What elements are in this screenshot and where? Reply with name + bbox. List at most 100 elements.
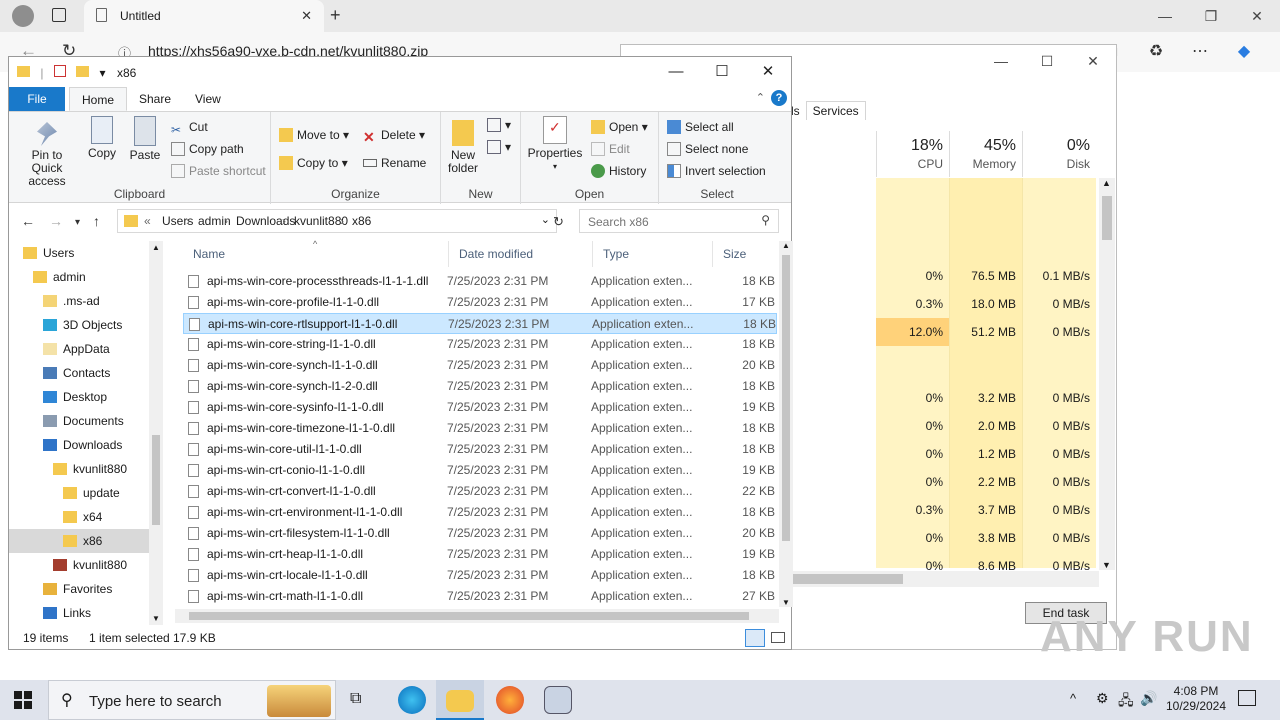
process-row[interactable]: 0% 1.2 MB 0 MB/s [876,440,1096,468]
scroll-thumb[interactable] [1102,196,1112,240]
breadcrumb-item[interactable]: Downloads [236,214,295,228]
nav-scrollbar[interactable]: ▲ ▼ [149,241,163,625]
tab-share[interactable]: Share [127,87,183,111]
rename-button[interactable]: Rename [363,156,426,170]
cut-button[interactable]: ✂ Cut [171,120,208,137]
tab-view[interactable]: View [183,87,233,111]
overflow-chevron-icon[interactable]: « [144,214,151,228]
scroll-thumb[interactable] [782,255,790,541]
copy-button[interactable]: Copy [87,116,117,160]
maximize-icon[interactable]: ☐ [1024,45,1070,77]
file-row[interactable]: api-ms-win-crt-filesystem-l1-1-0.dll 7/25… [183,523,777,544]
start-button[interactable] [14,691,32,709]
maximize-icon[interactable]: ☐ [699,57,745,87]
tab-file[interactable]: File [9,87,65,111]
tm-horizontal-scrollbar[interactable] [791,571,1099,587]
close-icon[interactable]: ✕ [1234,0,1280,32]
pin-quick-access-button[interactable]: Pin to Quick access [15,116,79,188]
process-row[interactable]: 0.3% 3.7 MB 0 MB/s [876,496,1096,524]
nav-item[interactable]: Links [9,601,149,625]
forward-icon[interactable]: → [49,213,63,229]
invert-selection-button[interactable]: Invert selection [667,164,766,178]
move-to-button[interactable]: Move to ▾ [279,128,349,142]
process-row[interactable]: 0% 76.5 MB 0.1 MB/s [876,262,1096,290]
task-manager-icon[interactable] [544,686,572,714]
nav-item[interactable]: x86 [9,529,149,553]
tab-actions-icon[interactable] [52,8,66,22]
new-folder-icon[interactable] [76,66,90,77]
breadcrumb-separator-icon[interactable]: › [282,214,286,228]
nav-item[interactable]: Downloads [9,433,149,457]
properties-icon[interactable] [53,65,66,77]
tab-services[interactable]: Services [805,101,866,120]
nav-item[interactable]: Documents [9,409,149,433]
show-hidden-icons-icon[interactable]: ^ [1070,691,1076,706]
volume-icon[interactable]: 🔊 [1140,690,1157,707]
new-tab-icon[interactable]: + [330,5,341,26]
disk-header[interactable]: 0% Disk [1022,131,1096,177]
nav-item[interactable]: AppData [9,337,149,361]
process-row[interactable]: 0% 3.8 MB 0 MB/s [876,524,1096,552]
nav-item[interactable]: Contacts [9,361,149,385]
copilot-icon[interactable]: ◆ [1222,41,1266,61]
file-row[interactable]: api-ms-win-core-sysinfo-l1-1-0.dll 7/25/2… [183,397,777,418]
scroll-thumb[interactable] [152,435,160,525]
open-button[interactable]: Open ▾ [591,120,648,134]
file-row[interactable]: api-ms-win-core-profile-l1-1-0.dll 7/25/2… [183,292,777,313]
nav-item[interactable]: admin [9,265,149,289]
edit-button[interactable]: Edit [591,142,630,156]
back-icon[interactable]: ← [21,213,35,229]
nav-item[interactable]: kvunlit880 [9,457,149,481]
process-row[interactable]: 0% 2.2 MB 0 MB/s [876,468,1096,496]
file-list-hscroll[interactable] [175,609,779,623]
scroll-up-icon[interactable]: ▲ [782,241,790,250]
search-input[interactable] [588,215,748,229]
delete-button[interactable]: ✕ Delete ▾ [363,128,425,145]
large-icons-view-icon[interactable] [771,632,785,643]
nav-item[interactable]: x64 [9,505,149,529]
clock[interactable]: 4:08 PM 10/29/2024 [1156,684,1236,714]
scroll-thumb[interactable] [793,574,903,584]
file-row[interactable]: api-ms-win-core-synch-l1-1-0.dll 7/25/202… [183,355,777,376]
file-row[interactable]: api-ms-win-core-string-l1-1-0.dll 7/25/20… [183,334,777,355]
file-row[interactable]: api-ms-win-core-timezone-l1-1-0.dll 7/25/… [183,418,777,439]
taskbar-search[interactable]: ⚲ Type here to search [48,680,336,720]
file-row[interactable]: api-ms-win-crt-conio-l1-1-0.dll 7/25/2023… [183,460,777,481]
address-dropdown-icon[interactable]: ⌄ [541,213,550,226]
tm-vertical-scrollbar[interactable]: ▲ ▼ [1099,178,1115,570]
nav-item[interactable]: Favorites [9,577,149,601]
edge-icon[interactable] [398,686,426,714]
browser-tab[interactable]: Untitled ✕ [84,0,324,32]
up-icon[interactable]: ↑ [93,213,100,229]
column-size[interactable]: Size [713,241,779,267]
process-row[interactable] [876,178,1096,206]
file-explorer-icon[interactable] [446,690,474,712]
more-icon[interactable]: ⋯ [1178,41,1222,61]
refresh-icon[interactable]: ↻ [553,214,564,230]
details-view-icon[interactable] [745,629,765,647]
close-icon[interactable]: ✕ [1070,45,1116,77]
scroll-down-icon[interactable]: ▼ [782,598,790,607]
customize-qa-icon[interactable]: ▾ [100,66,106,80]
minimize-icon[interactable]: — [653,57,699,87]
close-tab-icon[interactable]: ✕ [301,8,312,24]
paste-shortcut-button[interactable]: Paste shortcut [171,164,266,178]
memory-header[interactable]: 45% Memory [949,131,1022,177]
history-button[interactable]: History [591,164,646,178]
file-row[interactable]: api-ms-win-crt-heap-l1-1-0.dll 7/25/2023 … [183,544,777,565]
breadcrumb-separator-icon[interactable]: › [340,214,344,228]
file-row[interactable]: api-ms-win-crt-environment-l1-1-0.dll 7/2… [183,502,777,523]
tab-home[interactable]: Home [69,87,128,111]
minimize-icon[interactable]: — [1142,0,1188,32]
properties-dropdown-icon[interactable]: ▾ [527,160,583,173]
task-view-icon[interactable]: ⧉ [350,690,361,708]
breadcrumb-separator-icon[interactable]: › [224,214,228,228]
scroll-down-icon[interactable]: ▼ [1102,560,1111,570]
file-list-vscroll[interactable]: ▲ ▼ [779,241,793,607]
nav-item[interactable]: kvunlit880 [9,553,149,577]
column-date-modified[interactable]: Date modified [449,241,593,267]
process-row[interactable]: 0% 2.0 MB 0 MB/s [876,412,1096,440]
maximize-icon[interactable]: ❐ [1188,0,1234,32]
properties-button[interactable]: ✓ Properties ▾ [527,116,583,173]
minimize-icon[interactable]: — [978,45,1024,77]
